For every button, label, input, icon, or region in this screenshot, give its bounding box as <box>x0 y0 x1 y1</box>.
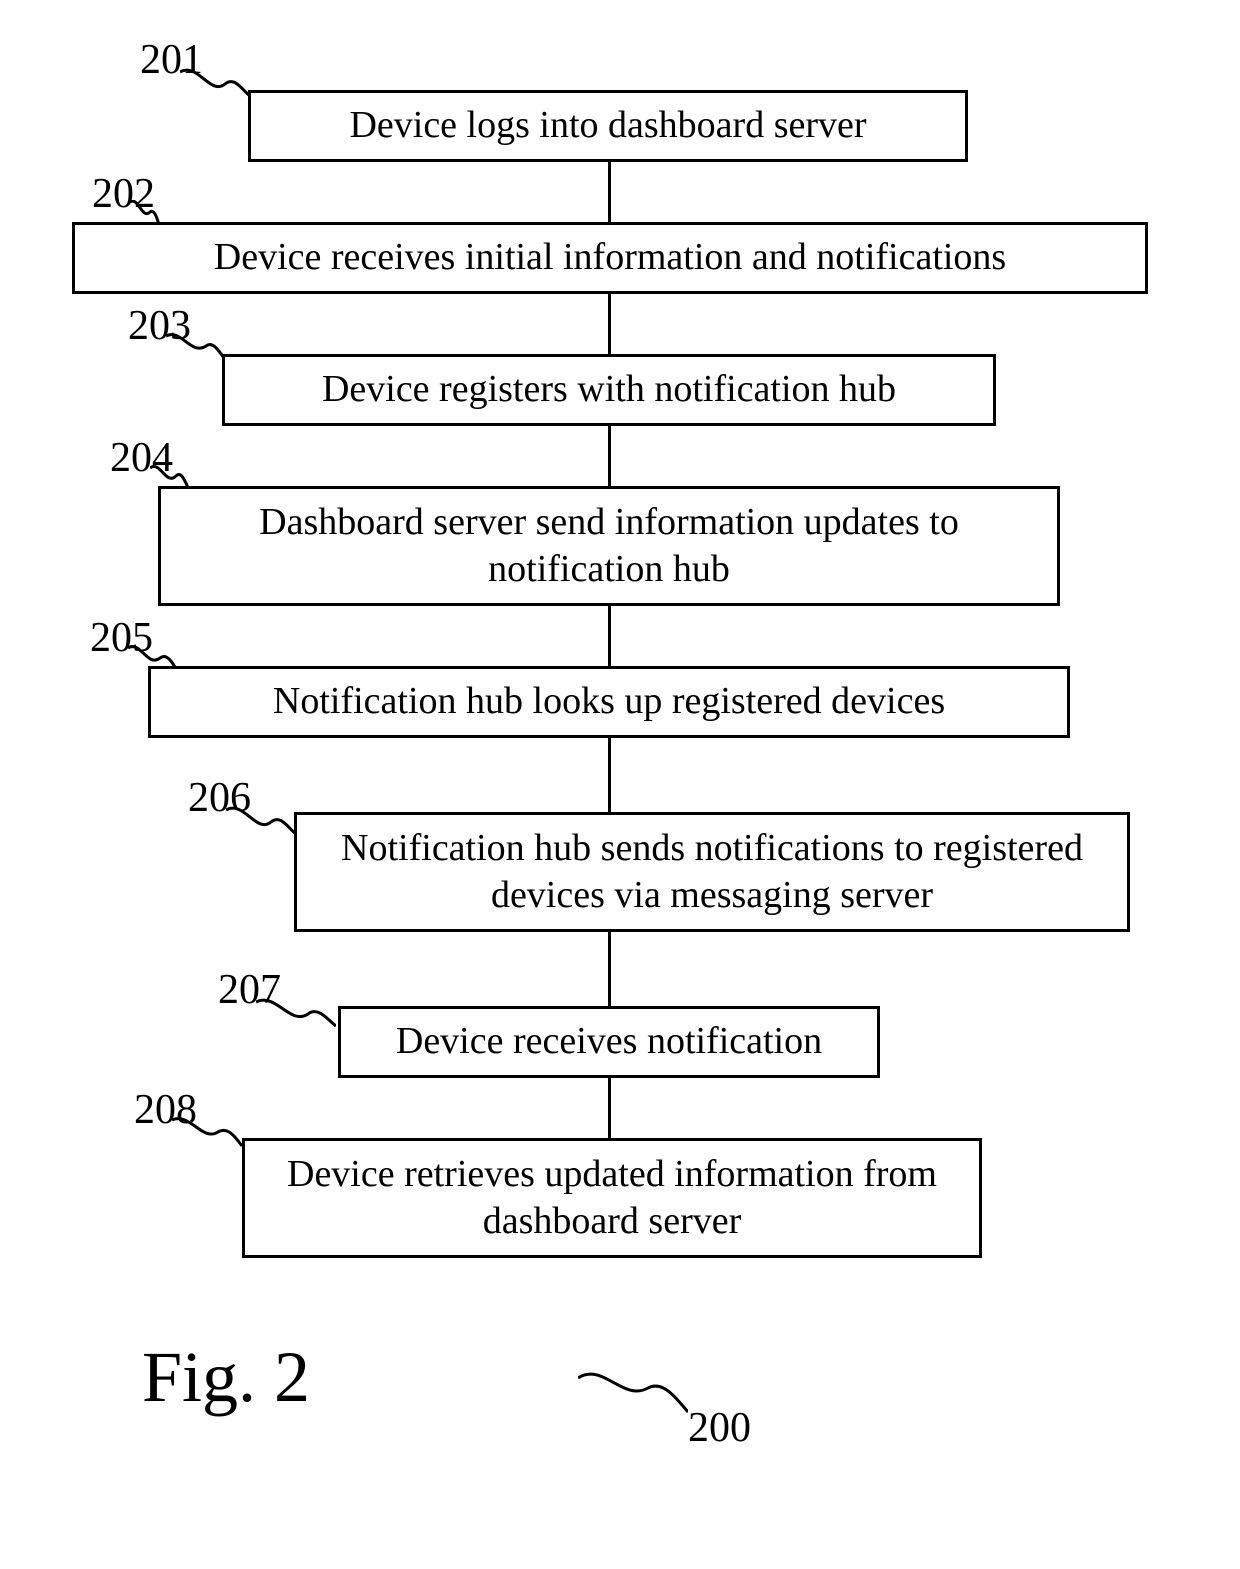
step-box-208: Device retrieves updated information fro… <box>242 1138 982 1258</box>
step-box-206: Notification hub sends notifications to … <box>294 812 1130 932</box>
step-box-207: Device receives notification <box>338 1006 880 1078</box>
step-box-203: Device registers with notification hub <box>222 354 996 426</box>
connector <box>608 738 611 812</box>
connector <box>608 932 611 1006</box>
step-text: Device retrieves updated information fro… <box>259 1151 965 1246</box>
connector <box>608 1078 611 1138</box>
step-box-202: Device receives initial information and … <box>72 222 1148 294</box>
step-box-204: Dashboard server send information update… <box>158 486 1060 606</box>
step-box-205: Notification hub looks up registered dev… <box>148 666 1070 738</box>
step-text: Device receives notification <box>396 1018 822 1066</box>
squiggle-icon <box>172 1116 242 1148</box>
connector <box>608 162 611 222</box>
step-text: Notification hub sends notifications to … <box>311 825 1113 920</box>
step-text: Device receives initial information and … <box>214 234 1006 282</box>
step-text: Device registers with notification hub <box>322 366 896 414</box>
squiggle-icon <box>180 66 250 102</box>
squiggle-icon <box>578 1368 688 1418</box>
step-text: Notification hub looks up registered dev… <box>273 678 945 726</box>
connector <box>608 426 611 486</box>
connector <box>608 294 611 354</box>
flowchart-canvas: 201 Device logs into dashboard server 20… <box>0 0 1240 1569</box>
squiggle-icon <box>256 996 336 1032</box>
step-text: Device logs into dashboard server <box>349 102 866 150</box>
step-text: Dashboard server send information update… <box>175 499 1043 594</box>
squiggle-icon <box>166 332 226 362</box>
squiggle-icon <box>226 804 296 840</box>
figure-id-label: 200 <box>688 1404 751 1452</box>
step-box-201: Device logs into dashboard server <box>248 90 968 162</box>
figure-title: Fig. 2 <box>142 1336 310 1419</box>
connector <box>608 606 611 666</box>
